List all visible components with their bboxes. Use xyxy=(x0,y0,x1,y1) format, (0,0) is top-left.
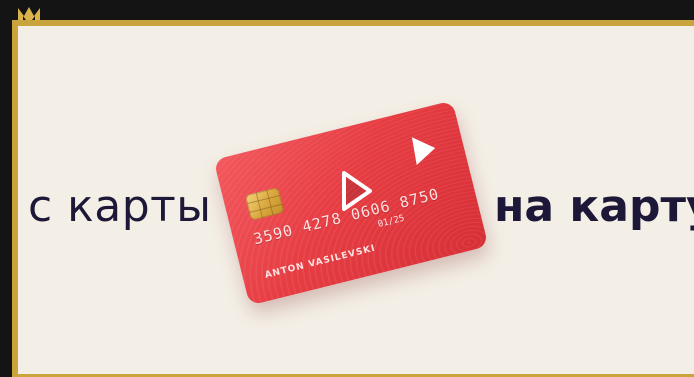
play-icon[interactable] xyxy=(332,168,378,214)
from-card-text: с карты xyxy=(28,181,212,232)
video-player[interactable]: с карты 3590 4278 0606 8750 01/25 ANTON … xyxy=(0,0,694,377)
to-card-text: на карту xyxy=(494,181,694,232)
card-chip-icon xyxy=(245,187,285,221)
card-holder-name: ANTON VASILEVSKI xyxy=(263,243,377,281)
card-brand-triangle-icon xyxy=(411,137,436,165)
